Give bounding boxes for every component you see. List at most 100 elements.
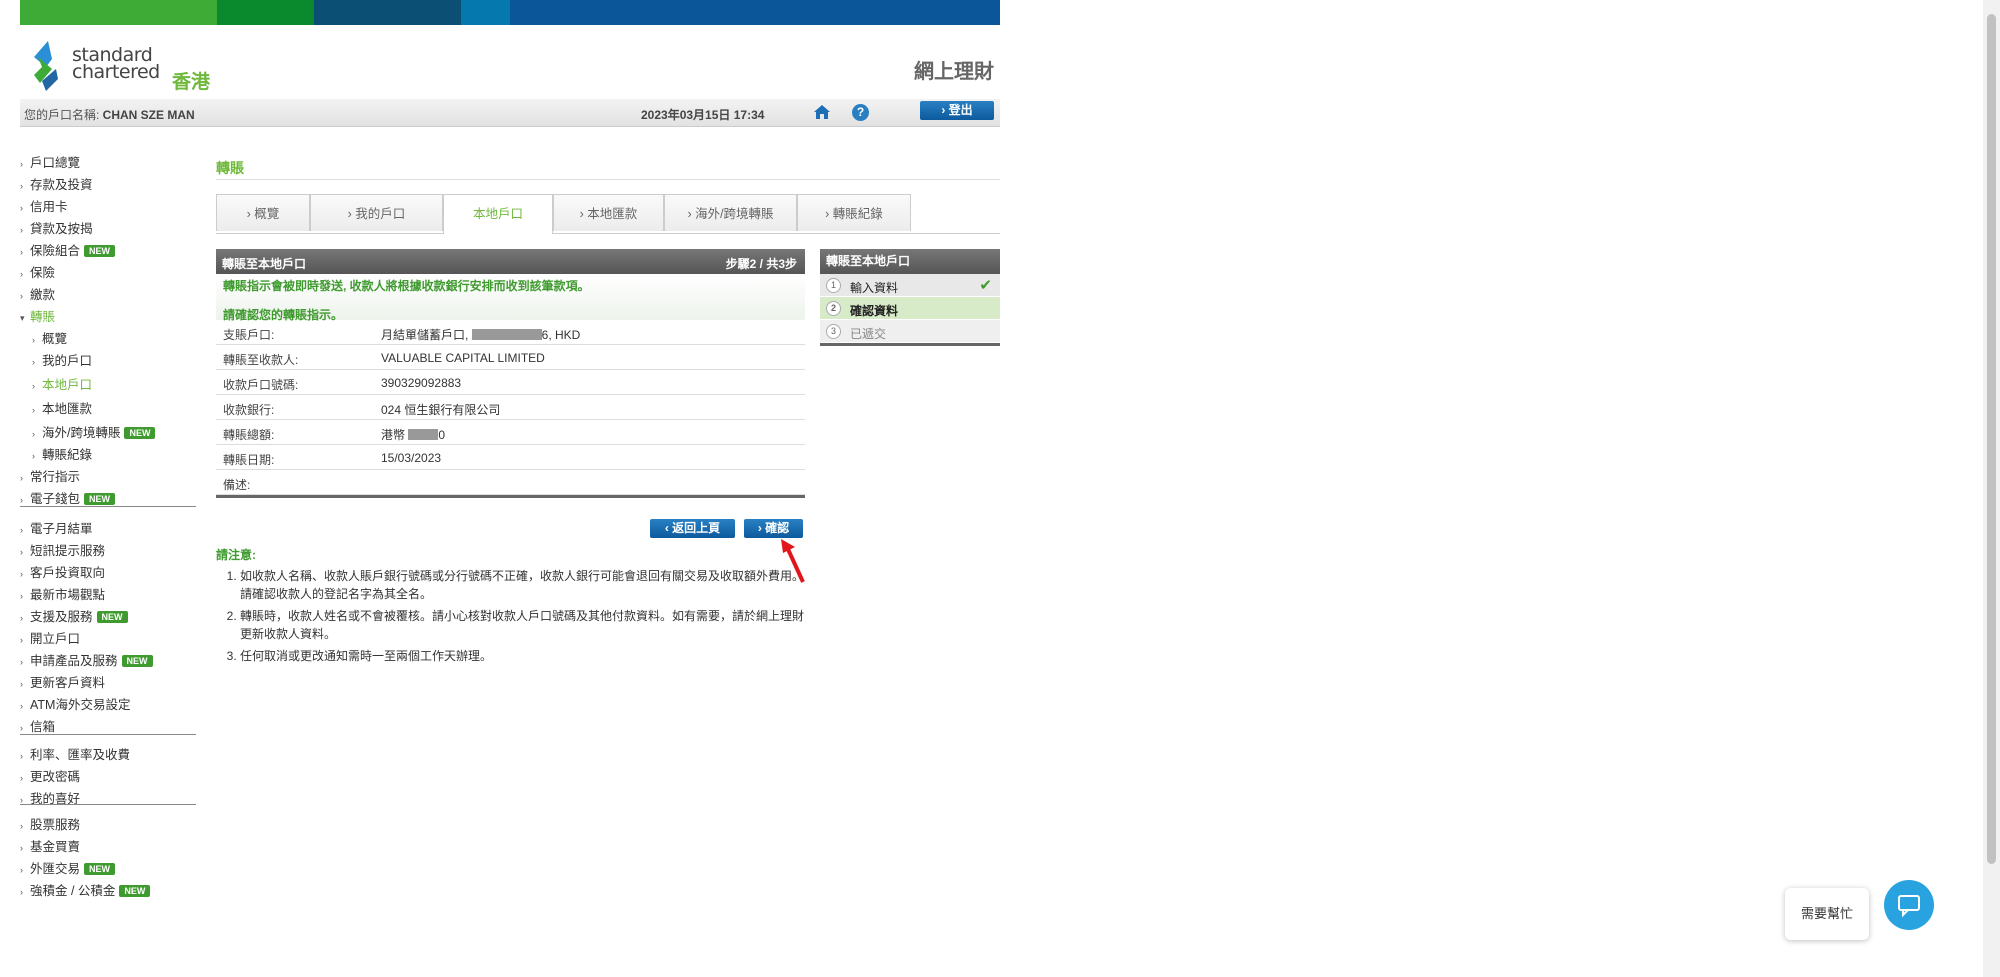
- home-icon[interactable]: [813, 103, 831, 124]
- steps-title: 轉賬至本地戶口: [820, 249, 1000, 274]
- chevron-icon: ›: [20, 291, 23, 301]
- chevron-icon: ›: [32, 381, 35, 391]
- notes-title: 請注意:: [216, 548, 256, 562]
- sidebar-item[interactable]: › 更新客戶資料: [20, 672, 105, 691]
- chevron-icon: ›: [20, 679, 23, 689]
- chevron-icon: ›: [20, 203, 23, 213]
- sidebar-item[interactable]: ▾ 轉賬: [20, 306, 55, 325]
- scrollbar[interactable]: [1983, 0, 2000, 977]
- chevron-icon: ›: [20, 821, 23, 831]
- sidebar-item[interactable]: › 戶口總覽: [20, 152, 80, 171]
- chevron-icon: ›: [32, 335, 35, 345]
- tab-item[interactable]: 本地戶口: [443, 194, 553, 234]
- sidebar-item[interactable]: › 股票服務: [20, 814, 80, 833]
- sidebar-divider: [20, 506, 196, 507]
- sidebar-item[interactable]: › 存款及投資: [20, 174, 93, 193]
- sidebar-item[interactable]: › 利率、匯率及收費: [20, 744, 130, 763]
- sidebar-item[interactable]: › 信用卡: [20, 196, 68, 215]
- sidebar-item[interactable]: › 支援及服務 NEW: [20, 606, 128, 625]
- chevron-icon: ›: [20, 269, 23, 279]
- detail-value: 港幣 0: [381, 426, 445, 443]
- sidebar-item[interactable]: › 外匯交易 NEW: [20, 858, 116, 877]
- panel-header: 轉賬至本地戶口 步驟2 / 共3步: [216, 249, 805, 274]
- help-icon[interactable]: ?: [852, 104, 869, 121]
- chevron-icon: ›: [20, 613, 23, 623]
- chat-button[interactable]: [1884, 880, 1934, 930]
- chevron-icon: ›: [20, 701, 23, 711]
- sidebar-item[interactable]: › 開立戶口: [20, 628, 80, 647]
- detail-value-end: 0: [438, 428, 446, 442]
- tab-item[interactable]: › 概覽: [216, 194, 310, 231]
- sidebar-item[interactable]: › 我的戶口: [32, 350, 92, 369]
- tab-item[interactable]: › 轉賬紀錄: [797, 194, 911, 231]
- region-label: 香港: [172, 72, 211, 93]
- sidebar-item[interactable]: › ATM海外交易設定: [20, 694, 130, 713]
- chevron-icon: ›: [20, 591, 23, 601]
- sidebar-item-label: 本地戶口: [42, 378, 93, 392]
- new-badge: NEW: [96, 611, 128, 623]
- detail-row: 轉賬至收款人: VALUABLE CAPITAL LIMITED: [216, 345, 805, 370]
- sidebar-item[interactable]: › 常行指示: [20, 466, 80, 485]
- back-button[interactable]: ‹ 返回上頁: [650, 519, 735, 538]
- panel-bottom-border: [216, 495, 805, 498]
- scrollbar-thumb[interactable]: [1987, 14, 1996, 864]
- sidebar-item-label: 保險組合: [30, 244, 81, 258]
- sidebar-item[interactable]: › 申請產品及服務 NEW: [20, 650, 153, 669]
- chevron-icon: ›: [32, 429, 35, 439]
- detail-value: 024 恒生銀行有限公司: [381, 401, 500, 418]
- sidebar-item-label: 最新市場觀點: [30, 588, 106, 602]
- detail-key: 收款戶口號碼:: [223, 378, 299, 392]
- chevron-icon: ›: [20, 657, 23, 667]
- detail-value-text: 港幣: [381, 428, 409, 442]
- sidebar-item-label: 基金買賣: [30, 840, 81, 854]
- brand-color-bar: [20, 0, 1000, 25]
- sidebar-item-label: 強積金 / 公積金: [30, 884, 116, 898]
- sidebar-item-label: 支援及服務: [30, 610, 93, 624]
- sidebar-item[interactable]: › 繳款: [20, 284, 55, 303]
- sidebar-item[interactable]: › 本地匯款: [32, 398, 92, 417]
- logout-button[interactable]: › 登出: [920, 101, 994, 120]
- help-bubble[interactable]: 需要幫忙: [1785, 888, 1869, 940]
- sidebar-item[interactable]: › 貸款及按揭: [20, 218, 93, 237]
- standard-chartered-logo-icon[interactable]: [28, 39, 62, 96]
- sidebar-item[interactable]: › 客戶投資取向: [20, 562, 105, 581]
- sidebar-item[interactable]: › 概覽: [32, 328, 67, 347]
- confirm-button[interactable]: › 確認: [744, 519, 803, 538]
- step-item: 1 輸入資料 ✔: [820, 274, 1000, 297]
- sidebar-item[interactable]: › 電子錢包 NEW: [20, 488, 116, 507]
- sidebar-item[interactable]: › 本地戶口: [32, 374, 92, 393]
- page-title: 轉賬: [216, 160, 244, 176]
- detail-value: 390329092883: [381, 376, 461, 390]
- detail-key: 備述:: [223, 478, 251, 492]
- sidebar-item-label: 客戶投資取向: [30, 566, 106, 580]
- sidebar-item[interactable]: › 電子月結單: [20, 518, 93, 537]
- sidebar-item[interactable]: › 轉賬紀錄: [32, 444, 92, 463]
- sidebar-item-label: 短訊提示服務: [30, 544, 106, 558]
- steps-bottom-border: [820, 343, 1000, 346]
- transfer-notice: 轉賬指示會被即時發送, 收款人將根據收款銀行安排而收到該筆款項。: [223, 279, 590, 293]
- sidebar-item-label: 電子錢包: [30, 492, 81, 506]
- sidebar-item[interactable]: › 保險: [20, 262, 55, 281]
- new-badge: NEW: [84, 493, 116, 505]
- tab-item[interactable]: › 海外/跨境轉賬: [664, 194, 797, 231]
- sidebar-item[interactable]: › 更改密碼: [20, 766, 80, 785]
- sidebar-item-label: 信用卡: [30, 200, 68, 214]
- new-badge: NEW: [121, 655, 153, 667]
- detail-value-end: 6, HKD: [541, 328, 581, 342]
- sidebar-item[interactable]: › 最新市場觀點: [20, 584, 105, 603]
- sidebar-item[interactable]: › 信箱: [20, 716, 55, 735]
- step-item: 2 確認資料: [820, 297, 1000, 320]
- site-header: standard chartered 香港 網上理財: [20, 25, 1000, 97]
- sidebar-item-label: 電子月結單: [30, 522, 93, 536]
- sidebar-item[interactable]: › 海外/跨境轉賬 NEW: [32, 422, 156, 441]
- sidebar-item[interactable]: › 強積金 / 公積金 NEW: [20, 880, 151, 899]
- sidebar-item-label: 存款及投資: [30, 178, 93, 192]
- detail-row: 轉賬日期: 15/03/2023: [216, 445, 805, 470]
- sidebar-item[interactable]: › 短訊提示服務: [20, 540, 105, 559]
- sidebar-item[interactable]: › 保險組合 NEW: [20, 240, 116, 259]
- details-table: 支賬戶口: 月結單儲蓄戶口, 6, HKD 轉賬至收款人: VALUABLE CAPI…: [216, 320, 805, 495]
- chevron-icon: ›: [20, 547, 23, 557]
- sidebar-item[interactable]: › 基金買賣: [20, 836, 80, 855]
- tab-item[interactable]: › 本地匯款: [553, 194, 664, 231]
- tab-item[interactable]: › 我的戶口: [310, 194, 443, 231]
